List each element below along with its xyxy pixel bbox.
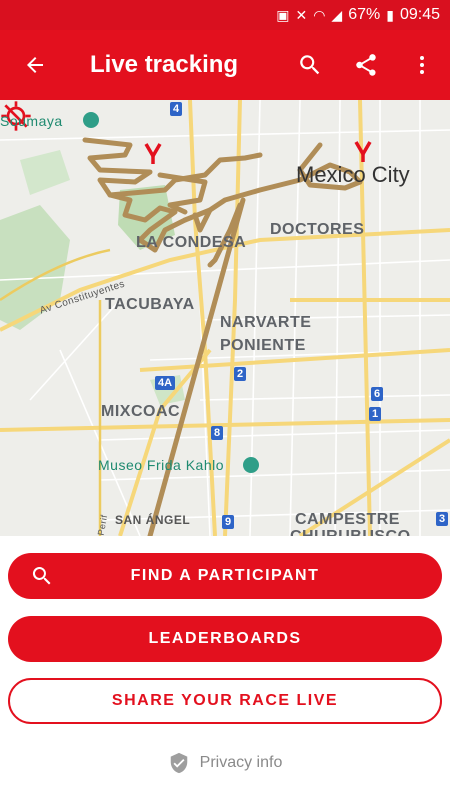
- privacy-info-label: Privacy info: [199, 754, 283, 771]
- back-button[interactable]: [0, 30, 70, 100]
- map-label-museo-frida-kahlo: Museo Frida Kahlo: [98, 457, 225, 473]
- find-participant-button[interactable]: FIND A PARTICIPANT: [8, 553, 442, 599]
- share-icon: [356, 54, 376, 76]
- museum-pin: [243, 457, 259, 473]
- map-label-churubusco: CHURUBUSCO: [290, 528, 411, 536]
- map-label-narvarte: NARVARTE: [220, 314, 312, 331]
- museum-pin: [83, 112, 99, 128]
- battery-icon: ▮: [386, 6, 394, 23]
- route-shield: 6: [371, 387, 384, 401]
- notification-icon: ▣: [276, 6, 290, 23]
- page-title: Live tracking: [90, 51, 239, 78]
- share-race-live-label: SHARE YOUR RACE LIVE: [111, 692, 339, 709]
- arrow-left-icon: [27, 57, 43, 73]
- mute-icon: ✕: [295, 6, 308, 23]
- park-area: [20, 150, 70, 195]
- map-label-mixcoac: MIXCOAC: [101, 403, 181, 420]
- privacy-info-link[interactable]: Privacy info: [0, 750, 450, 776]
- more-options-button[interactable]: [394, 30, 450, 100]
- share-button[interactable]: [338, 30, 394, 100]
- status-bar: ▣ ✕ ◠ ◢ 67% ▮ 09:45: [0, 0, 450, 30]
- map-label-mexico-city: Mexico City: [296, 162, 410, 187]
- search-icon: [300, 55, 320, 75]
- map-label-doctores: DOCTORES: [270, 221, 365, 238]
- route-shield: 2: [234, 367, 247, 381]
- route-shield: 3: [436, 512, 449, 526]
- search-icon: [32, 567, 51, 585]
- map-label-san-angel: SAN ÁNGEL: [115, 513, 191, 527]
- map-label-soumaya: Soumaya: [0, 113, 63, 129]
- battery-percent: 67%: [348, 6, 381, 23]
- route-shield: 8: [211, 426, 224, 440]
- wifi-icon: ◠: [313, 6, 326, 23]
- route-shield: 4A: [155, 376, 176, 390]
- start-marker[interactable]: [144, 143, 162, 164]
- map-label-la-condesa: LA CONDESA: [136, 234, 247, 251]
- app-bar: Live tracking: [0, 30, 450, 100]
- more-vert-icon: [420, 56, 424, 74]
- signal-icon: ◢: [331, 6, 343, 23]
- shield-check-icon: [170, 752, 187, 774]
- route-shield: 1: [369, 407, 382, 421]
- map-view[interactable]: Soumaya Mexico City LA CONDESA DOCTORES …: [0, 100, 450, 536]
- map-label-tacubaya: TACUBAYA: [105, 296, 195, 313]
- share-race-live-button[interactable]: SHARE YOUR RACE LIVE: [8, 678, 442, 724]
- route-shield: 9: [222, 515, 235, 529]
- leaderboards-label: LEADERBOARDS: [148, 630, 302, 647]
- find-participant-label: FIND A PARTICIPANT: [130, 567, 320, 584]
- search-button[interactable]: [282, 30, 338, 100]
- clock: 09:45: [399, 6, 440, 23]
- map-label-campestre: CAMPESTRE: [295, 511, 400, 528]
- route-shield: 4: [170, 102, 183, 116]
- map-label-poniente: PONIENTE: [220, 337, 306, 354]
- action-panel: FIND A PARTICIPANT LEADERBOARDS SHARE YO…: [0, 536, 450, 800]
- leaderboards-button[interactable]: LEADERBOARDS: [8, 616, 442, 662]
